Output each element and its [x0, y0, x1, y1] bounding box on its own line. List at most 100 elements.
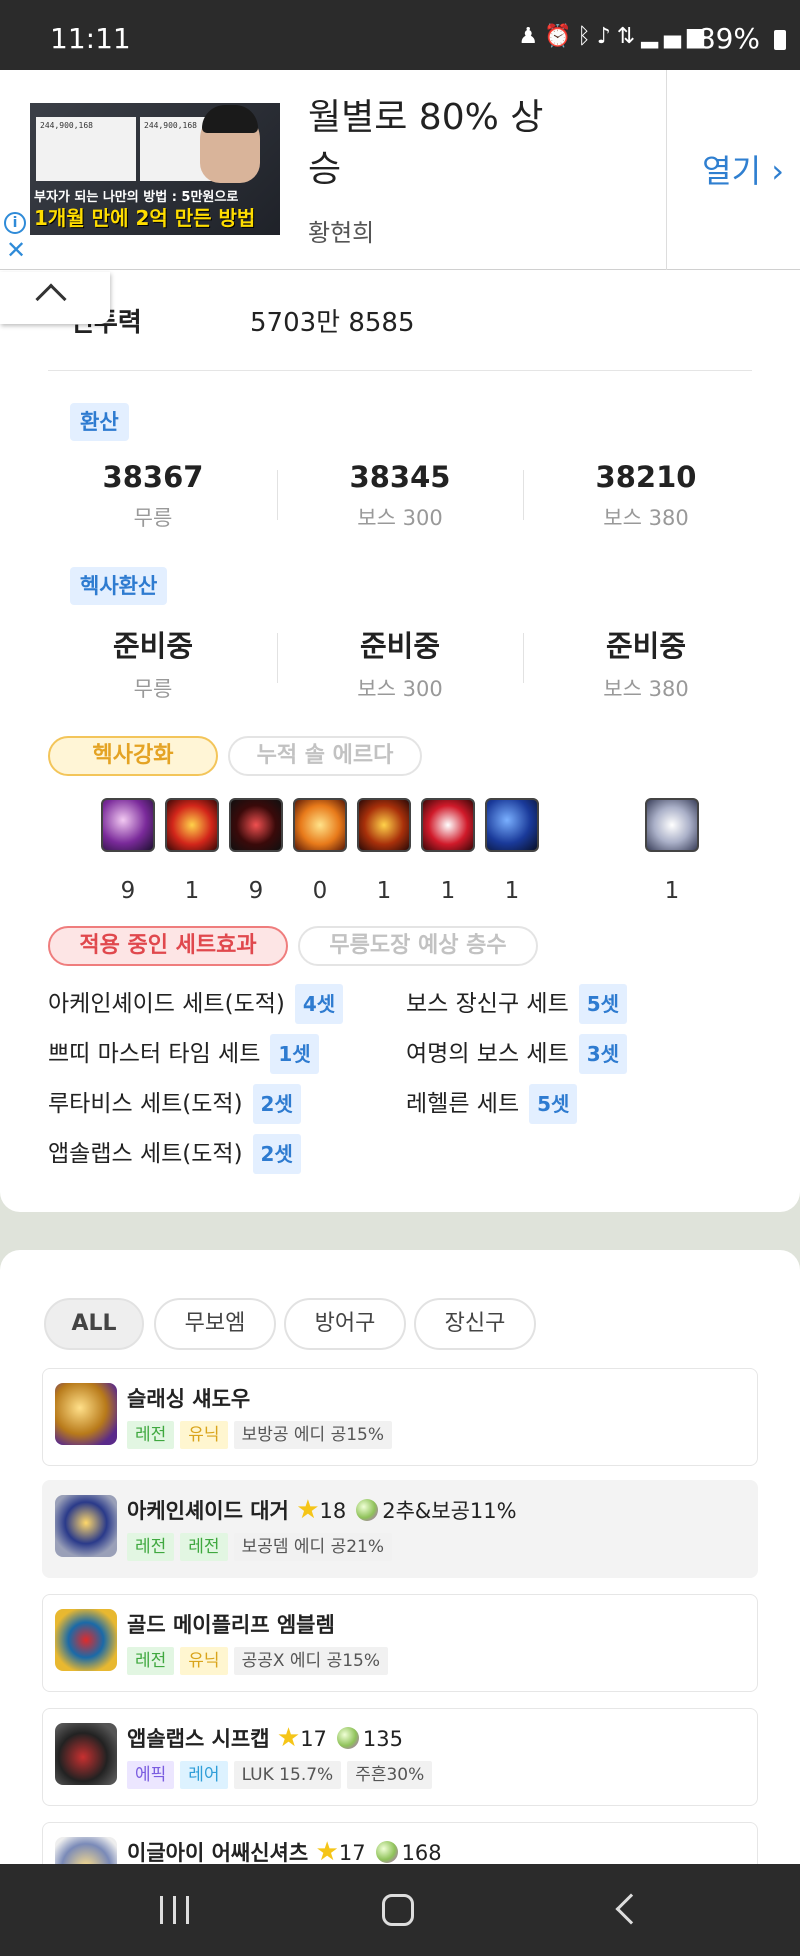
filter-all[interactable]: ALL: [44, 1298, 144, 1350]
skill-2-icon[interactable]: [165, 798, 219, 852]
skill-5-level: 1: [376, 878, 392, 904]
stat-value: 38367: [102, 460, 204, 494]
stat-value: 준비중: [605, 629, 687, 663]
item-name-line: 골드 메이플리프 엠블렘: [127, 1609, 335, 1639]
close-icon[interactable]: ✕: [6, 238, 26, 262]
tab-sol-erda[interactable]: 누적 솔 에르다: [228, 736, 422, 776]
home-button[interactable]: [382, 1894, 414, 1926]
additional-grade-chip: 유닉: [180, 1647, 228, 1675]
equipment-item[interactable]: 슬래싱 섀도우 레전 유닉 보방공 에디 공15%: [42, 1368, 758, 1466]
battery-percent: 89%: [697, 22, 760, 55]
stat-label: 무릉: [133, 677, 173, 701]
equipment-card: ALL 무보엠 방어구 장신구 슬래싱 섀도우 레전 유닉 보방공 에디 공15% …: [0, 1250, 800, 1956]
set-effect-item: 앱솔랩스 세트(도적) 2셋: [48, 1134, 301, 1174]
set-effect-item: 쁘띠 마스터 타임 세트 1셋: [48, 1034, 319, 1074]
potential-summary-chip: 보방공 에디 공15%: [233, 1421, 392, 1449]
chevron-up-icon: [35, 283, 67, 315]
potential-summary-chip: 보공뎀 에디 공21%: [233, 1533, 392, 1561]
lte-icon: ⇅: [616, 24, 642, 49]
tab-murung-floor-estimate[interactable]: 무릉도장 예상 층수: [298, 926, 538, 966]
filter-accessory[interactable]: 장신구: [414, 1298, 536, 1350]
set-count-badge: 5셋: [529, 1084, 578, 1124]
ad-thumbnail[interactable]: 244,900,168 244,900,168 부자가 되는 나만의 방법 : …: [30, 103, 280, 235]
stat-value: 38210: [595, 460, 697, 494]
skill-3-icon[interactable]: [229, 798, 283, 852]
ad-open-area[interactable]: 열기 ›: [666, 70, 800, 270]
hexa-skill-grid: 9 1 9 0 1 1 1 1: [0, 798, 800, 918]
collapse-ad-button[interactable]: [0, 272, 110, 324]
battery-icon: [774, 30, 786, 50]
ad-open-button[interactable]: 열기 ›: [702, 146, 784, 192]
equipment-item[interactable]: 골드 메이플리프 엠블렘 레전 유닉 공공X 에디 공15%: [42, 1594, 758, 1692]
item-name: 앱솔랩스 시프캡: [127, 1727, 270, 1751]
star-icon: ★: [296, 1495, 320, 1525]
set-name: 여명의 보스 세트: [406, 1041, 569, 1067]
person-icon: ♟: [518, 24, 545, 49]
skill-2-level: 1: [184, 878, 200, 904]
tab-hexa-enhance[interactable]: 헥사강화: [48, 736, 218, 776]
recent-apps-button[interactable]: [160, 1896, 190, 1924]
skill-5-icon[interactable]: [357, 798, 411, 852]
item-name: 이글아이 어쌔신셔츠: [127, 1841, 309, 1865]
chevron-right-icon: ›: [771, 152, 784, 190]
item-chips: 레전 유닉 공공X 에디 공15%: [127, 1647, 394, 1675]
set-name: 아케인셰이드 세트(도적): [48, 991, 285, 1017]
equipment-item[interactable]: 앱솔랩스 시프캡 ★17 135 에픽 레어 LUK 15.7% 주흔30%: [42, 1708, 758, 1806]
alarm-icon: ⏰: [544, 24, 578, 49]
item-name: 골드 메이플리프 엠블렘: [127, 1613, 335, 1637]
ad-banner[interactable]: 244,900,168 244,900,168 부자가 되는 나만의 방법 : …: [0, 70, 800, 270]
skill-4-icon[interactable]: [293, 798, 347, 852]
skill-3-level: 9: [248, 878, 264, 904]
potential-summary-chip: LUK 15.7%: [233, 1761, 342, 1789]
additional-grade-chip: 레어: [180, 1761, 228, 1789]
filter-weapon-emblem[interactable]: 무보엠: [154, 1298, 276, 1350]
potential-grade-chip: 레전: [127, 1647, 175, 1675]
item-starforce: 18: [319, 1499, 347, 1523]
filter-armor[interactable]: 방어구: [284, 1298, 406, 1350]
potential-summary-chip: 공공X 에디 공15%: [233, 1647, 389, 1675]
equipment-item[interactable]: 아케인셰이드 대거 ★18 2추&보공11% 레전 레전 보공뎀 에디 공21%: [42, 1480, 758, 1578]
item-chips: 레전 유닉 보방공 에디 공15%: [127, 1421, 398, 1449]
set-count-badge: 3셋: [578, 1034, 628, 1074]
ad-thumb-line2: 1개월 만에 2억 만든 방법: [34, 206, 256, 230]
skill-1-icon[interactable]: [101, 798, 155, 852]
skill-1-level: 9: [120, 878, 136, 904]
item-name: 슬래싱 섀도우: [127, 1387, 251, 1411]
stat-label: 보스 380: [603, 506, 689, 530]
potential-grade-chip: 레전: [127, 1533, 175, 1561]
tab-active-set-effects[interactable]: 적용 중인 세트효과: [48, 926, 288, 966]
back-button[interactable]: [615, 1893, 647, 1925]
item-icon-arcane-dagger: [55, 1495, 117, 1557]
skill-7-level: 1: [504, 878, 520, 904]
additional-grade-chip: 레전: [180, 1533, 228, 1561]
conversion-tag: 환산: [70, 403, 129, 441]
skill-7-icon[interactable]: [485, 798, 539, 852]
item-name: 아케인셰이드 대거: [127, 1499, 289, 1523]
stat-label: 보스 300: [357, 677, 443, 701]
item-name-line: 슬래싱 섀도우: [127, 1383, 250, 1413]
stats-card: 전투력 5703만 8585 환산 38367 무릉 38345 보스 300 …: [0, 270, 800, 1212]
ad-headline[interactable]: 월별로 80% 상승: [308, 92, 548, 196]
item-flame-stat: 2추&보공11%: [382, 1499, 517, 1523]
skill-8-icon[interactable]: [645, 798, 699, 852]
mute-icon: ♪: [596, 24, 617, 49]
set-name: 앱솔랩스 세트(도적): [48, 1141, 243, 1167]
hexa-stat-boss380: 준비중 보스 380: [523, 623, 769, 703]
set-effect-item: 레헬른 세트 5셋: [406, 1084, 578, 1124]
skill-6-level: 1: [440, 878, 456, 904]
conversion-stat-murung: 38367 무릉: [30, 460, 276, 532]
potential-summary-chip: 주흔30%: [347, 1761, 433, 1789]
item-chips: 에픽 레어 LUK 15.7% 주흔30%: [127, 1761, 438, 1789]
set-name: 레헬른 세트: [406, 1091, 520, 1117]
set-effect-item: 보스 장신구 세트 5셋: [406, 984, 628, 1024]
info-icon[interactable]: i: [4, 212, 26, 234]
set-name: 루타비스 세트(도적): [48, 1091, 243, 1117]
item-starforce: 17: [300, 1727, 327, 1751]
set-count-badge: 1셋: [270, 1034, 319, 1074]
flame-icon: [356, 1499, 379, 1521]
item-name-line: 아케인셰이드 대거 ★18 2추&보공11%: [127, 1495, 517, 1525]
ad-advertiser: 황현희: [308, 219, 375, 247]
ad-thumb-value: 244,900,168: [40, 121, 93, 130]
skill-6-icon[interactable]: [421, 798, 475, 852]
hexa-conversion-tag: 헥사환산: [70, 567, 168, 605]
